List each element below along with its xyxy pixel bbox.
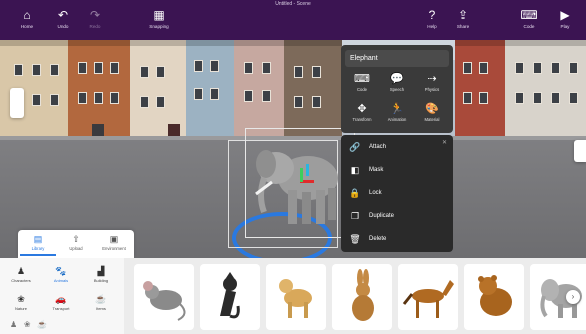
building <box>284 40 342 140</box>
mask-menu-item[interactable]: ◧ Mask <box>347 160 447 180</box>
lock-icon: 🔒 <box>349 188 361 198</box>
help-button[interactable]: ? Help <box>417 7 447 35</box>
asset-grid <box>128 264 586 330</box>
snapping-button[interactable]: ▦ Snapping <box>144 7 174 35</box>
material-icon: 🎨 <box>425 103 439 115</box>
gizmo-z-axis[interactable] <box>306 164 309 176</box>
dog-thumbnail <box>279 279 312 318</box>
physics-icon: ⇢ <box>427 73 437 85</box>
person-icon: ♟ <box>16 266 26 276</box>
transform-icon: ✥ <box>357 103 367 115</box>
more-categories-icon[interactable]: ♟ ❀ ☕ <box>10 320 47 329</box>
building <box>505 40 586 140</box>
code-icon: ⌨ <box>520 8 538 22</box>
asset-card-mouse[interactable] <box>134 264 194 330</box>
grid-icon: ▦ <box>153 8 165 22</box>
trash-icon: 🗑 <box>349 234 361 244</box>
delete-menu-item[interactable]: 🗑 Delete <box>347 229 447 249</box>
tab-upload[interactable]: ⇧ Upload <box>58 232 94 256</box>
code-button[interactable]: ⌨ Code <box>514 7 544 35</box>
gizmo-y-axis[interactable] <box>300 168 303 182</box>
upload-icon: ⇧ <box>72 234 80 244</box>
cat-thumbnail <box>220 272 240 319</box>
rabbit-thumbnail <box>352 269 374 321</box>
nature-icon: ❀ <box>17 294 25 304</box>
library-icon: ▤ <box>33 234 43 244</box>
horse-thumbnail <box>402 280 454 318</box>
tab-library[interactable]: ▤ Library <box>20 232 56 256</box>
top-toolbar: Untitled - Scene ⌂ Home ↶ Undo ↷ Redo ▦ … <box>0 0 586 40</box>
lock-menu-item[interactable]: 🔒 Lock <box>347 183 447 203</box>
code-icon: ⌨ <box>354 73 370 85</box>
duplicate-menu-item[interactable]: ❐ Duplicate <box>347 206 447 226</box>
home-icon: ⌂ <box>23 8 31 22</box>
category-building[interactable]: ▟ Building <box>82 264 120 288</box>
asset-card-horse[interactable] <box>398 264 458 330</box>
mask-icon: ◧ <box>350 165 360 175</box>
transport-icon: 🚗 <box>55 294 67 304</box>
share-icon: ⇪ <box>457 8 469 22</box>
speech-button[interactable]: 💬 Speech <box>380 71 414 99</box>
asset-library-panel: ♟ Characters 🐾 Animals ▟ Building ❀ Natu… <box>0 258 586 334</box>
category-transport[interactable]: 🚗 Transport <box>42 292 80 316</box>
items-icon: ☕ <box>95 294 107 304</box>
building <box>130 40 186 140</box>
physics-button[interactable]: ⇢ Physics <box>415 71 449 99</box>
building <box>455 40 505 140</box>
asset-card-rabbit[interactable] <box>332 264 392 330</box>
context-menu-actions: ✕ 🔗 Attach ◧ Mask 🔒 Lock ❐ Duplicate 🗑 D… <box>341 135 453 252</box>
asset-card-bear[interactable] <box>464 264 524 330</box>
document-title: Untitled - Scene <box>275 1 311 7</box>
transform-button[interactable]: ✥ Transform <box>345 101 379 129</box>
category-nature[interactable]: ❀ Nature <box>2 292 40 316</box>
building <box>234 40 284 140</box>
duplicate-icon: ❐ <box>350 211 360 221</box>
asset-card-dog[interactable] <box>266 264 326 330</box>
help-icon: ? <box>428 8 436 22</box>
left-panel-toggle[interactable] <box>10 88 24 118</box>
tab-environment[interactable]: ▣ Environment <box>96 232 132 256</box>
redo-button[interactable]: ↷ Redo <box>80 7 110 35</box>
category-animals[interactable]: 🐾 Animals <box>42 264 80 288</box>
asset-card-cat[interactable] <box>200 264 260 330</box>
play-button[interactable]: ▶ Play <box>550 7 580 35</box>
play-icon: ▶ <box>560 8 570 22</box>
redo-icon: ↷ <box>89 8 101 22</box>
object-context-menu: Elephant ⌨ Code 💬 Speech ⇢ Physics ✥ Tra… <box>341 45 453 252</box>
building <box>68 40 130 140</box>
object-name-field[interactable]: Elephant <box>345 50 449 67</box>
animal-icon: 🐾 <box>55 266 67 276</box>
right-panel-toggle[interactable] <box>574 140 586 162</box>
environment-icon: ▣ <box>109 234 119 244</box>
library-tab-bar: ▤ Library ⇧ Upload ▣ Environment <box>18 230 134 258</box>
speech-icon: 💬 <box>390 73 404 85</box>
context-menu-header: Elephant ⌨ Code 💬 Speech ⇢ Physics ✥ Tra… <box>341 45 453 133</box>
material-button[interactable]: 🎨 Material <box>415 101 449 129</box>
category-items[interactable]: ☕ Items <box>82 292 120 316</box>
building-icon: ▟ <box>97 266 105 276</box>
mouse-thumbnail <box>143 281 186 321</box>
attach-menu-item[interactable]: 🔗 Attach <box>347 137 447 157</box>
home-button[interactable]: ⌂ Home <box>12 7 42 35</box>
share-button[interactable]: ⇪ Share <box>448 7 478 35</box>
attach-icon: 🔗 <box>349 142 361 152</box>
category-characters[interactable]: ♟ Characters <box>2 264 40 288</box>
scene-viewport[interactable] <box>0 40 586 258</box>
selection-box <box>245 128 355 238</box>
undo-icon: ↶ <box>57 8 69 22</box>
chevron-right-icon[interactable]: › <box>566 290 580 304</box>
category-list: ♟ Characters 🐾 Animals ▟ Building ❀ Natu… <box>0 258 124 334</box>
animation-icon: 🏃 <box>390 103 404 115</box>
code-behavior-button[interactable]: ⌨ Code <box>345 71 379 99</box>
building <box>186 40 234 140</box>
undo-button[interactable]: ↶ Undo <box>48 7 78 35</box>
bear-thumbnail <box>478 275 512 316</box>
animation-button[interactable]: 🏃 Animation <box>380 101 414 129</box>
